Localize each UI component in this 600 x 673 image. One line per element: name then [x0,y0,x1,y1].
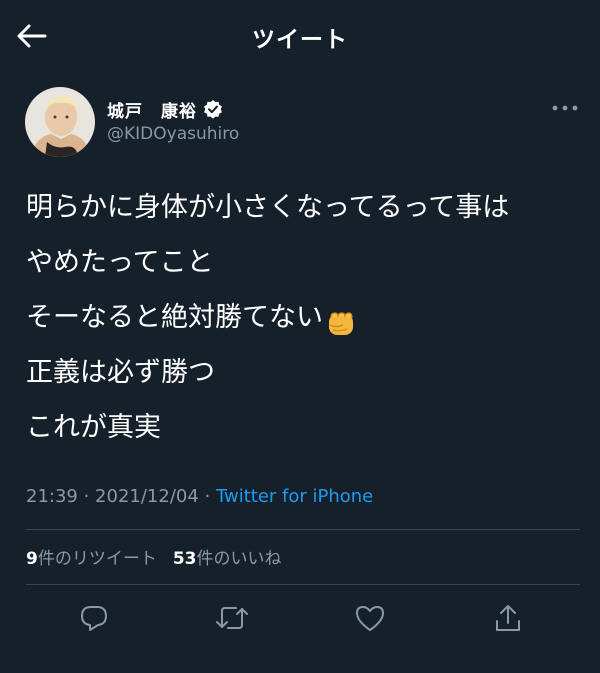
likes-stat[interactable]: 53件のいいね [173,544,282,569]
page-title: ツイート [252,27,348,53]
heart-icon [356,606,384,631]
share-icon [496,605,520,631]
retweets-label: 件のリツイート [37,549,157,569]
more-dots-icon [552,105,578,111]
tweet-meta: 21:39 · 2021/12/04 · Twitter for iPhone [26,486,373,507]
tweet-line: やめたってこと [26,247,214,278]
share-button[interactable] [490,600,526,636]
divider [26,529,580,530]
like-button[interactable] [352,600,388,636]
meta-separator: · [198,486,216,507]
reply-button[interactable] [76,600,112,636]
likes-count: 53 [172,549,197,569]
author-name-row[interactable]: 城戸 康裕 [107,96,223,122]
tweet-line: 正義は必ず勝つ [26,357,215,388]
reply-icon [81,606,107,631]
tweet-line: これが真実 [26,412,161,443]
tweet-text: 明らかに身体が小さくなってるって事は やめたってこと そーなると絶対勝てない 正… [26,180,586,455]
tweet-line: そーなると絶対勝てない [26,290,586,345]
retweet-button[interactable] [214,600,250,636]
tweet-stats: 9件のリツイート 53件のいいね [26,544,282,569]
tweet-time[interactable]: 21:39 [26,486,78,507]
avatar-photo [25,87,95,157]
divider [26,584,580,585]
tweet-date[interactable]: 2021/12/04 [95,486,199,507]
tweet-line: 明らかに身体が小さくなってるって事は [26,192,510,223]
retweet-icon [216,607,248,629]
avatar[interactable] [25,87,95,157]
retweets-stat[interactable]: 9件のリツイート [26,544,157,569]
retweets-count: 9 [26,549,38,569]
author-handle[interactable]: @KIDOyasuhiro [107,124,239,144]
likes-label: 件のいいね [196,549,282,569]
more-options-button[interactable] [548,98,582,118]
verified-badge-icon [203,99,223,119]
tweet-source-link[interactable]: Twitter for iPhone [216,486,373,507]
top-bar: ツイート [0,0,600,72]
author-name: 城戸 康裕 [107,101,197,122]
oncoming-fist-icon [325,303,357,335]
meta-separator: · [77,486,96,507]
